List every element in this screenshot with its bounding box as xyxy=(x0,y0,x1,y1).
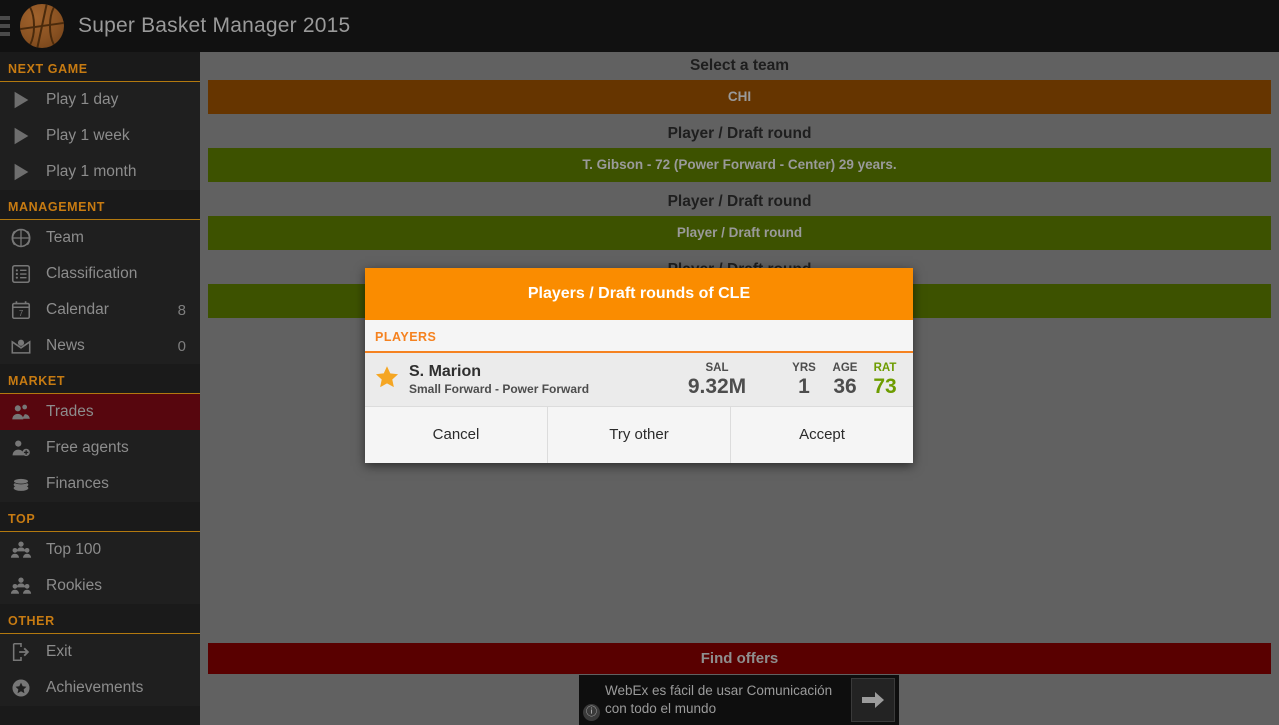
player-stat-value: 1 xyxy=(798,374,810,398)
sidebar-section-header: TOP xyxy=(0,502,200,532)
sidebar-item-badge: 0 xyxy=(177,337,186,355)
calendar-icon: 7 xyxy=(8,299,34,321)
player-stat-value: 36 xyxy=(833,374,857,398)
try-other-button[interactable]: Try other xyxy=(547,407,730,463)
player-stat-key: RAT xyxy=(873,361,897,374)
sidebar-item-finances[interactable]: Finances xyxy=(0,466,200,502)
sidebar-item-trades[interactable]: Trades xyxy=(0,394,200,430)
two-people-icon xyxy=(8,401,34,423)
hamburger-icon[interactable] xyxy=(0,16,12,36)
sidebar-section-header: MARKET xyxy=(0,364,200,394)
title-bar: Super Basket Manager 2015 xyxy=(0,0,1279,52)
player-stat-value: 9.32M xyxy=(687,374,747,398)
sidebar-item-label: Play 1 week xyxy=(46,127,130,144)
basketball-logo-icon xyxy=(20,4,64,48)
dropdown-team[interactable]: CHI xyxy=(208,80,1271,114)
play-icon xyxy=(8,89,34,111)
dropdown-player-1[interactable]: T. Gibson - 72 (Power Forward - Center) … xyxy=(208,148,1271,182)
sidebar-item-calendar[interactable]: 7 Calendar 8 xyxy=(0,292,200,328)
sidebar-item-label: Trades xyxy=(46,403,94,420)
sidebar-item-team[interactable]: Team xyxy=(0,220,200,256)
player-stat-age: AGE 36 xyxy=(827,362,863,398)
coins-icon xyxy=(8,473,34,495)
sidebar-section-header: MANAGEMENT xyxy=(0,190,200,220)
field-label: Select a team xyxy=(689,57,790,74)
sidebar-item-play-1-week[interactable]: Play 1 week xyxy=(0,118,200,154)
star-badge-icon xyxy=(8,677,34,699)
player-stat-sal: SAL 9.32M xyxy=(679,362,755,398)
sidebar-item-label: Achievements xyxy=(46,679,144,696)
sidebar-section-header: OTHER xyxy=(0,604,200,634)
player-name: S. Marion xyxy=(409,363,482,380)
group-icon xyxy=(8,575,34,597)
sidebar-section-header: NEXT GAME xyxy=(0,52,200,82)
sidebar-item-label: News xyxy=(46,337,85,354)
sidebar-item-label: Free agents xyxy=(46,439,129,456)
star-icon[interactable] xyxy=(373,364,403,396)
player-stat-rat: RAT 73 xyxy=(869,362,901,398)
sidebar-item-label: Finances xyxy=(46,475,109,492)
dialog-title: Players / Draft rounds of CLE xyxy=(365,268,913,320)
sidebar-item-label: Exit xyxy=(46,643,72,660)
sidebar-item-label: Play 1 month xyxy=(46,163,137,180)
player-stat-value: 73 xyxy=(873,374,897,398)
basketball-icon xyxy=(8,227,34,249)
sidebar-item-play-1-day[interactable]: Play 1 day xyxy=(0,82,200,118)
group-icon xyxy=(8,539,34,561)
field-label: Player / Draft round xyxy=(667,193,812,210)
mail-icon xyxy=(8,335,34,357)
exit-icon xyxy=(8,641,34,663)
ad-text: WebEx es fácil de usar Comunicación con … xyxy=(605,683,833,716)
info-icon[interactable]: ⓘ xyxy=(583,704,600,721)
ad-banner[interactable]: WebEx es fácil de usar Comunicación con … xyxy=(579,675,899,725)
sidebar-item-label: Rookies xyxy=(46,577,102,594)
sidebar-item-play-1-month[interactable]: Play 1 month xyxy=(0,154,200,190)
sidebar-item-label: Calendar xyxy=(46,301,109,318)
page-title: Super Basket Manager 2015 xyxy=(78,14,351,37)
player-stat-key: YRS xyxy=(792,361,816,374)
sidebar-item-label: Top 100 xyxy=(46,541,102,558)
dropdown-player-2[interactable]: Player / Draft round xyxy=(208,216,1271,250)
player-positions: Small Forward - Power Forward xyxy=(409,382,590,396)
players-draft-dialog: Players / Draft rounds of CLE PLAYERS S.… xyxy=(365,268,913,463)
player-stat-key: AGE xyxy=(832,361,858,374)
sidebar-item-rookies[interactable]: Rookies xyxy=(0,568,200,604)
list-icon xyxy=(8,263,34,285)
find-offers-button[interactable]: Find offers xyxy=(208,643,1271,674)
sidebar-item-free-agents[interactable]: Free agents xyxy=(0,430,200,466)
sidebar-item-news[interactable]: News 0 xyxy=(0,328,200,364)
dialog-section-label: PLAYERS xyxy=(365,320,913,353)
person-add-icon xyxy=(8,437,34,459)
accept-button[interactable]: Accept xyxy=(730,407,913,463)
player-row[interactable]: S. Marion Small Forward - Power Forward … xyxy=(365,353,913,406)
sidebar-item-classification[interactable]: Classification xyxy=(0,256,200,292)
sidebar-item-label: Play 1 day xyxy=(46,91,119,108)
field-label: Player / Draft round xyxy=(667,125,812,142)
play-icon xyxy=(8,125,34,147)
sidebar: NEXT GAME Play 1 day Play 1 week Play 1 mon… xyxy=(0,52,200,725)
sidebar-item-label: Team xyxy=(46,229,84,246)
player-stat-yrs: YRS 1 xyxy=(787,362,821,398)
sidebar-item-achievements[interactable]: Achievements xyxy=(0,670,200,706)
app-root: Super Basket Manager 2015 NEXT GAME Play … xyxy=(0,0,1279,725)
arrow-right-icon[interactable] xyxy=(851,678,895,722)
sidebar-item-label: Classification xyxy=(46,265,138,282)
play-icon xyxy=(8,161,34,183)
dialog-buttons: Cancel Try other Accept xyxy=(365,406,913,463)
player-stat-key: SAL xyxy=(705,361,729,374)
cancel-button[interactable]: Cancel xyxy=(365,407,547,463)
sidebar-item-exit[interactable]: Exit xyxy=(0,634,200,670)
sidebar-item-badge: 8 xyxy=(177,301,186,319)
svg-text:7: 7 xyxy=(19,309,23,318)
sidebar-item-top-100[interactable]: Top 100 xyxy=(0,532,200,568)
